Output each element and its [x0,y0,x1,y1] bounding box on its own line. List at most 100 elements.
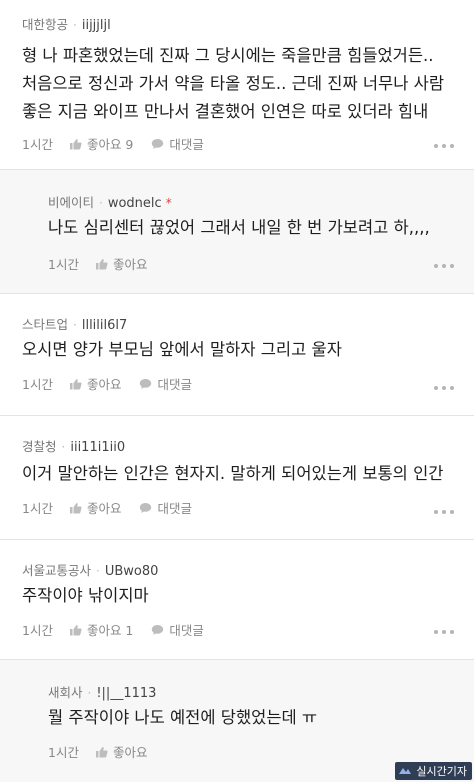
meta-separator: · [61,440,66,454]
comment-actions: 1시간 좋아요 1 대댓글 [22,620,222,639]
company-name: 스타트업 [22,317,69,332]
speech-bubble-icon [152,624,164,635]
company-name: 대한항공 [22,17,69,32]
comment-item: 대한항공 · iijjjljl 형 나 파혼했었는데 진짜 그 당시에는 죽을만… [0,0,474,170]
more-dot [450,144,454,148]
watermark-logo-icon [399,768,412,774]
more-dot [450,264,454,268]
comment-text: 오시면 양가 부모님 앞에서 말하자 그리고 울자 [22,340,342,359]
comment-actions: 1시간 좋아요 대댓글 [22,498,210,517]
company-name: 새회사 [48,685,83,700]
like-button[interactable]: 좋아요 [69,374,122,393]
watermark-text: 실시간기자 [416,765,467,778]
reply-button[interactable]: 대댓글 [139,498,192,517]
comment-actions: 1시간 좋아요 대댓글 [22,374,210,393]
comment-text: 이거 말안하는 인간은 현자지. 말하게 되어있는게 보통의 인간 [22,464,444,483]
speech-bubble-icon [152,138,164,149]
thumbs-up-icon [69,502,82,513]
reply-button[interactable]: 대댓글 [139,374,192,393]
speech-bubble-icon [140,378,152,389]
meta-separator: · [73,318,77,332]
reply-label: 대댓글 [157,377,192,392]
more-dot [442,144,446,148]
more-dot [442,630,446,634]
comment-text: 주작이야 낚이지마 [22,586,149,605]
reply-label: 대댓글 [169,623,204,638]
more-options-button[interactable] [434,630,454,636]
reply-button[interactable]: 대댓글 [151,134,204,153]
more-dots-icon [434,630,438,634]
like-count: 좋아요 1 [86,623,134,638]
author-marker: * [165,196,172,210]
comment-meta: 새회사 · !||__1113 [48,682,156,701]
comment-actions: 1시간 좋아요 [48,742,165,761]
thumbs-up-icon [69,378,82,389]
meta-separator: · [99,196,103,210]
more-dot [450,510,454,514]
reply-comment-item: 비에이티 · wodnelc * 나도 심리센터 끊었어 그래서 내일 한 번 … [0,170,474,294]
like-count: 좋아요 [86,377,122,392]
thumbs-up-icon [69,624,82,635]
more-dot [450,630,454,634]
comment-text: 뭘 주작이야 나도 예전에 당했었는데 ㅠ [48,708,318,727]
timestamp: 1시간 [22,623,53,638]
comment-meta: 서울교통공사 · UBwo80 [22,560,158,579]
more-dot [442,510,446,514]
like-button[interactable]: 좋아요 1 [69,620,133,639]
comment-meta: 스타트업 · lllilil6l7 [22,314,127,333]
more-options-button[interactable] [434,510,454,516]
more-options-button[interactable] [434,386,454,392]
more-dots-icon [434,510,438,514]
username[interactable]: !||__1113 [96,686,156,701]
meta-separator: · [73,18,77,32]
reply-button[interactable]: 대댓글 [151,620,204,639]
more-dots-icon [434,144,438,148]
thumbs-up-icon [95,258,108,269]
comment-text: 나도 심리센터 끊었어 그래서 내일 한 번 가보려고 하,,,, [48,218,430,237]
thumbs-up-icon [95,746,108,757]
comment-text: 형 나 파혼했었는데 진짜 그 당시에는 죽을만큼 힘들었거든.. 처음으로 정… [22,46,445,121]
like-button[interactable]: 좋아요 [69,498,122,517]
more-dots-icon [434,386,438,390]
company-name: 경찰청 [22,439,57,454]
more-dot [450,386,454,390]
username[interactable]: UBwo80 [105,564,159,579]
watermark: 실시간기자 [395,762,472,780]
timestamp: 1시간 [48,745,79,760]
username[interactable]: iijjjljl [82,18,111,33]
meta-separator: · [87,686,92,700]
comment-item: 경찰청 · iii11i1ii0 이거 말안하는 인간은 현자지. 말하게 되어… [0,416,474,540]
like-count: 좋아요 [112,745,148,760]
like-count: 좋아요 [112,257,148,272]
like-count: 좋아요 [86,501,122,516]
more-dot [442,264,446,268]
company-name: 서울교통공사 [22,563,92,578]
timestamp: 1시간 [48,257,79,272]
more-options-button[interactable] [434,144,454,150]
like-button[interactable]: 좋아요 9 [69,134,133,153]
more-options-button[interactable] [434,264,454,270]
comment-meta: 대한항공 · iijjjljl [22,14,111,33]
comment-item: 스타트업 · lllilil6l7 오시면 양가 부모님 앞에서 말하자 그리고… [0,294,474,416]
username[interactable]: wodnelc [108,196,162,211]
like-button[interactable]: 좋아요 [95,742,148,761]
username[interactable]: lllilil6l7 [82,318,127,333]
comment-item: 서울교통공사 · UBwo80 주작이야 낚이지마 1시간 좋아요 1 대댓글 [0,540,474,660]
speech-bubble-icon [140,502,152,513]
comment-actions: 1시간 좋아요 9 대댓글 [22,134,222,153]
comment-meta: 비에이티 · wodnelc * [48,192,172,211]
timestamp: 1시간 [22,501,53,516]
username[interactable]: iii11i1ii0 [70,440,125,455]
more-dot [442,386,446,390]
reply-label: 대댓글 [169,137,204,152]
reply-label: 대댓글 [157,501,192,516]
more-dots-icon [434,264,438,268]
timestamp: 1시간 [22,137,53,152]
meta-separator: · [96,564,100,578]
comment-meta: 경찰청 · iii11i1ii0 [22,436,125,455]
thumbs-up-icon [69,138,82,149]
timestamp: 1시간 [22,377,53,392]
comment-actions: 1시간 좋아요 [48,254,165,273]
like-button[interactable]: 좋아요 [95,254,148,273]
like-count: 좋아요 9 [86,137,134,152]
